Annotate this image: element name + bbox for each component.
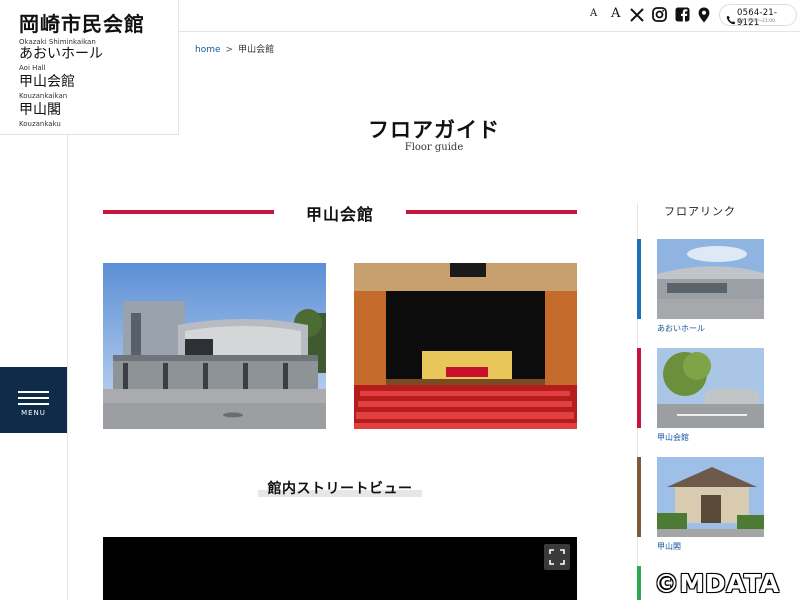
phone-hours: 受付 9:00～21:00 bbox=[737, 19, 776, 24]
venue-name: 岡崎市民会館 bbox=[19, 12, 145, 36]
map-pin-icon[interactable] bbox=[698, 7, 710, 23]
floor-link-kouzankaikan[interactable]: 甲山会館 bbox=[637, 348, 764, 448]
floor-links-heading: フロアリンク bbox=[664, 205, 736, 218]
fullscreen-button[interactable] bbox=[544, 544, 570, 570]
page-subtitle: Floor guide bbox=[404, 142, 464, 153]
floor-link-aoi-hall[interactable]: あおいホール bbox=[637, 239, 764, 339]
hamburger-icon bbox=[18, 391, 49, 393]
site-header: A A 0564-21-9121 受付 9:00～21:00 bbox=[179, 0, 800, 32]
streetview-title: 館内ストリートビュー bbox=[258, 478, 422, 497]
hall-stage-photo bbox=[354, 263, 577, 429]
floor-link-label: 甲山会館 bbox=[657, 433, 689, 442]
floor-link-label: あおいホール bbox=[657, 324, 705, 333]
breadcrumb-separator: > bbox=[225, 45, 234, 55]
x-icon[interactable] bbox=[630, 8, 644, 22]
floor-link-thumbnail bbox=[657, 239, 764, 319]
facebook-icon[interactable] bbox=[675, 7, 690, 22]
menu-button[interactable]: MENU bbox=[0, 367, 67, 433]
venue-name: 甲山会館 bbox=[19, 74, 75, 90]
phone-contact[interactable]: 0564-21-9121 受付 9:00～21:00 bbox=[719, 4, 797, 28]
building-exterior-photo bbox=[103, 263, 326, 429]
section-heading-line-right bbox=[406, 210, 577, 214]
section-title: 甲山会館 bbox=[305, 205, 374, 224]
breadcrumb-home-link[interactable]: home bbox=[195, 45, 221, 55]
floor-link-color-bar bbox=[637, 239, 641, 319]
floor-link-thumbnail bbox=[657, 348, 764, 428]
menu-label: MENU bbox=[21, 409, 46, 417]
instagram-icon[interactable] bbox=[652, 7, 667, 22]
floor-link-color-bar bbox=[637, 457, 641, 537]
font-size-large-button[interactable]: A bbox=[611, 6, 620, 21]
venue-nav: 岡崎市民会館 Okazaki Shiminkaikan あおいホール Aoi H… bbox=[0, 0, 179, 135]
floor-link-label: 甲山閣 bbox=[657, 542, 681, 551]
venue-link-aoi-hall[interactable]: あおいホール Aoi Hall bbox=[19, 43, 103, 72]
venue-link-kouzankaikan[interactable]: 甲山会館 Kouzankaikan bbox=[19, 71, 75, 100]
left-rail-divider bbox=[67, 135, 68, 600]
floor-link-color-bar bbox=[637, 348, 641, 428]
floor-link-thumbnail bbox=[657, 457, 764, 537]
venue-name: あおいホール bbox=[19, 46, 103, 62]
venue-link-kouzankaku[interactable]: 甲山閣 Kouzankaku bbox=[19, 99, 61, 128]
breadcrumb: home > 甲山会館 bbox=[195, 42, 274, 55]
hamburger-icon-bar bbox=[18, 403, 49, 405]
venue-name: 甲山閣 bbox=[19, 102, 61, 118]
hamburger-icon-bar bbox=[18, 397, 49, 399]
phone-icon bbox=[726, 10, 736, 25]
section-heading-line-left bbox=[103, 210, 274, 214]
venue-link-okazaki-shiminkaikan[interactable]: 岡崎市民会館 Okazaki Shiminkaikan bbox=[19, 8, 145, 46]
venue-name-en: Kouzankaku bbox=[19, 120, 61, 128]
streetview-embed[interactable] bbox=[103, 537, 577, 600]
floor-link-color-bar bbox=[637, 566, 641, 600]
font-size-small-button[interactable]: A bbox=[590, 8, 597, 19]
floor-link-kouzankaku[interactable]: 甲山閣 bbox=[637, 457, 764, 557]
copyright-watermark: ©MDATA bbox=[654, 568, 780, 598]
fullscreen-icon bbox=[549, 549, 565, 565]
breadcrumb-current: 甲山会館 bbox=[238, 45, 275, 55]
